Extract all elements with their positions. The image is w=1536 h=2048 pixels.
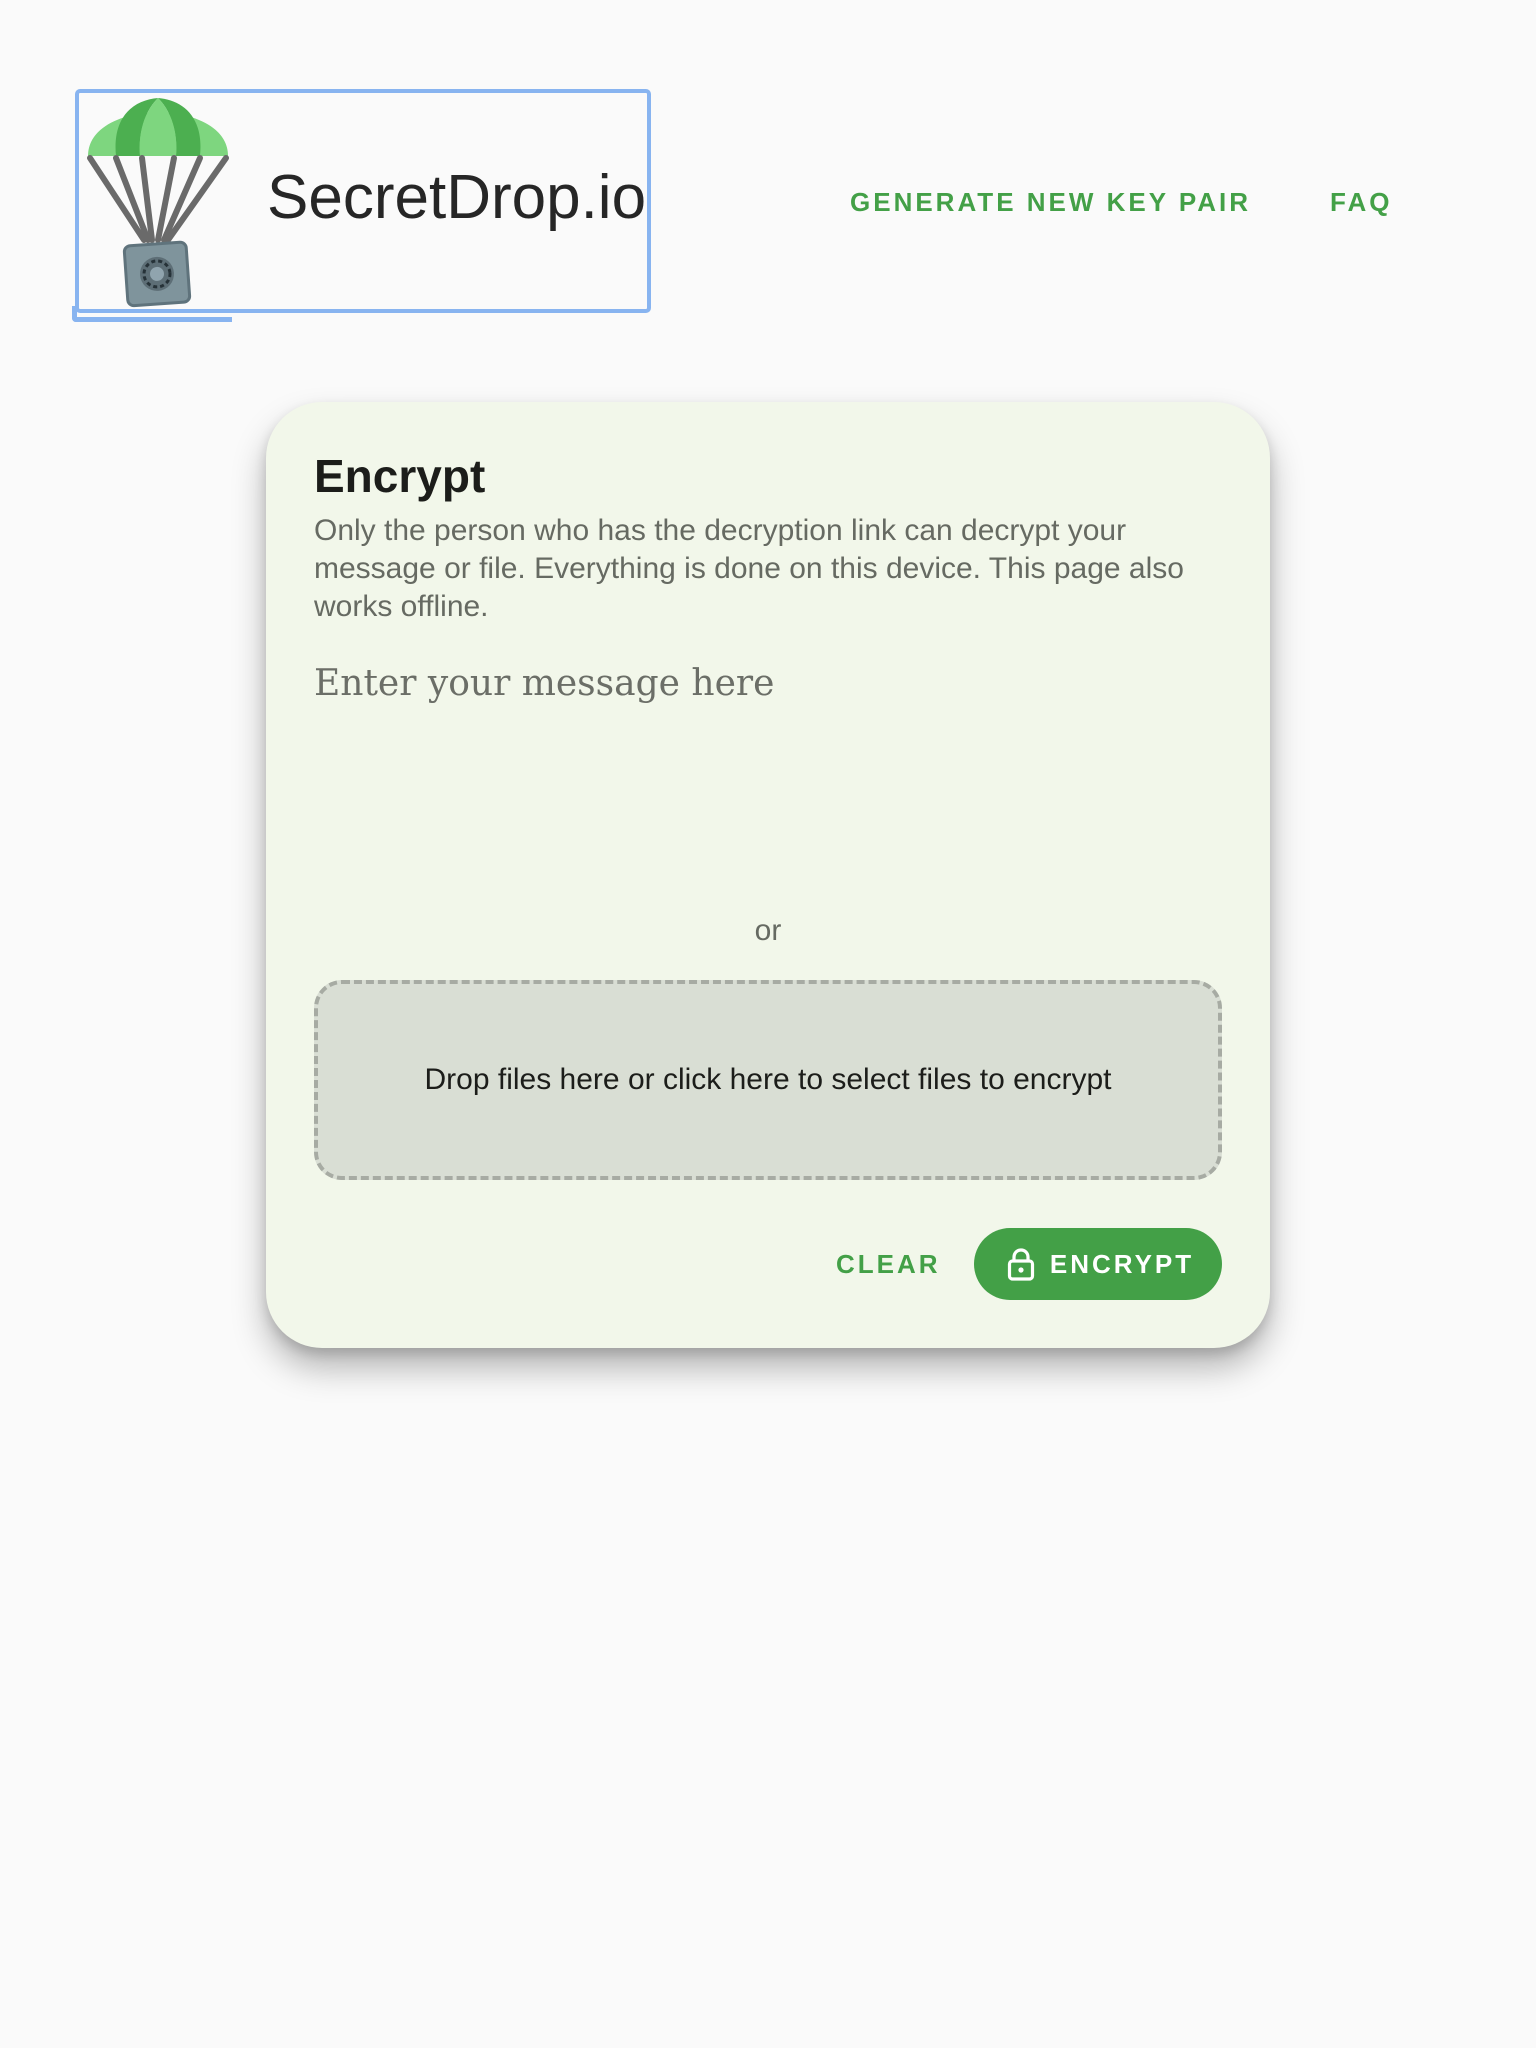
nav-faq[interactable]: FAQ bbox=[1330, 186, 1392, 218]
logo-text: SecretDrop.io bbox=[267, 163, 647, 232]
parachute-safe-icon bbox=[87, 98, 229, 308]
card-description: Only the person who has the decryption l… bbox=[314, 514, 1184, 623]
encrypt-card: Encrypt Only the person who has the decr… bbox=[266, 402, 1270, 1348]
message-input[interactable] bbox=[314, 660, 1222, 860]
file-dropzone[interactable]: Drop files here or click here to select … bbox=[314, 980, 1222, 1180]
or-divider-label: or bbox=[754, 914, 782, 947]
clear-button[interactable]: CLEAR bbox=[812, 1228, 965, 1300]
encrypt-button[interactable]: ENCRYPT bbox=[974, 1228, 1222, 1300]
nav-generate-key-pair[interactable]: GENERATE NEW KEY PAIR bbox=[850, 186, 1251, 218]
dropzone-label: Drop files here or click here to select … bbox=[424, 1063, 1112, 1096]
encrypt-button-label: ENCRYPT bbox=[1049, 1248, 1195, 1279]
lock-icon bbox=[1007, 1248, 1034, 1281]
card-title: Encrypt bbox=[314, 450, 486, 502]
